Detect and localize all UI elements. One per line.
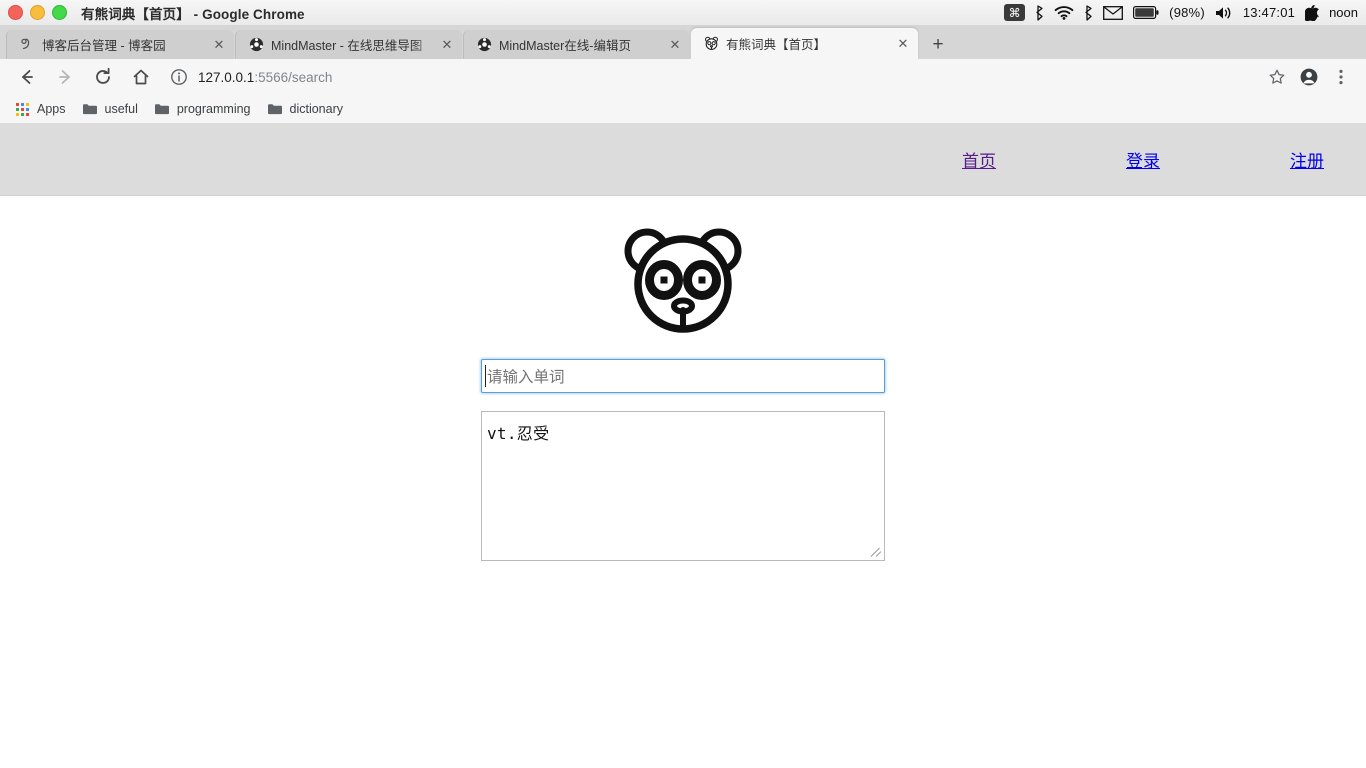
search-input-placeholder: 请输入单词: [487, 368, 565, 386]
three-dot-menu-icon[interactable]: [1326, 62, 1356, 92]
browser-toolbar: 127.0.0.1:5566/search: [0, 59, 1366, 95]
site-nav: 首页 登录 注册: [962, 147, 1366, 172]
tab-title: 有熊词典【首页】: [726, 38, 827, 52]
bluetooth-icon[interactable]: [1035, 4, 1044, 21]
bookmarks-bar: Apps useful programming dictionary: [0, 95, 1366, 124]
url-path: :5566/search: [254, 69, 333, 85]
battery-icon[interactable]: [1133, 6, 1159, 19]
site-header: 首页 登录 注册: [0, 124, 1366, 196]
forward-button[interactable]: [50, 62, 80, 92]
volume-icon[interactable]: [1215, 6, 1233, 20]
browser-tab[interactable]: MindMaster在线-编辑页 ✕: [463, 30, 690, 59]
tab-title: 博客后台管理 - 博客园: [42, 39, 166, 53]
macos-menubar: 有熊词典【首页】 - Google Chrome ⌘ (98%) 13:47:0…: [0, 0, 1366, 26]
bookmark-apps[interactable]: Apps: [12, 98, 74, 120]
browser-tab[interactable]: MindMaster - 在线思维导图 ✕: [235, 30, 462, 59]
menubar-clock[interactable]: 13:47:01: [1243, 5, 1295, 20]
mail-icon[interactable]: [1103, 5, 1124, 20]
panda-favicon-icon: [703, 36, 719, 52]
bookmark-label: useful: [104, 102, 138, 116]
mindmaster-favicon-icon: [476, 37, 492, 53]
back-button[interactable]: [12, 62, 42, 92]
minimize-window-button[interactable]: [30, 5, 45, 20]
bookmark-label: dictionary: [289, 102, 344, 116]
apple-logo-icon[interactable]: [1305, 4, 1320, 21]
nav-link-register[interactable]: 注册: [1290, 147, 1324, 172]
address-bar-text: 127.0.0.1:5566/search: [198, 70, 332, 85]
browser-tab[interactable]: 博客后台管理 - 博客园 ✕: [6, 30, 234, 59]
nav-link-home[interactable]: 首页: [962, 147, 996, 172]
tab-close-button[interactable]: ✕: [438, 36, 456, 54]
close-window-button[interactable]: [8, 5, 23, 20]
tab-close-button[interactable]: ✕: [210, 36, 228, 54]
site-info-icon[interactable]: [170, 68, 188, 86]
page-viewport: 首页 登录 注册 请输入单词 vt.忍受: [0, 124, 1366, 768]
search-input[interactable]: 请输入单词: [481, 359, 885, 393]
folder-icon: [267, 101, 283, 117]
window-title: 有熊词典【首页】 - Google Chrome: [81, 6, 305, 22]
tab-close-button[interactable]: ✕: [894, 35, 912, 53]
nav-link-login[interactable]: 登录: [1126, 147, 1160, 172]
blog-favicon-icon: [19, 37, 35, 53]
bookmark-label: Apps: [37, 102, 66, 116]
folder-icon: [154, 101, 170, 117]
home-button[interactable]: [126, 62, 156, 92]
panda-logo-icon: [622, 224, 744, 336]
tab-title: MindMaster - 在线思维导图: [271, 39, 423, 53]
wifi-icon[interactable]: [1054, 5, 1074, 20]
browser-window: 有熊词典【首页】 - Google Chrome ⌘ (98%) 13:47:0…: [0, 0, 1366, 768]
folder-icon: [82, 101, 98, 117]
bookmark-dictionary[interactable]: dictionary: [265, 98, 352, 120]
mindmaster-favicon-icon: [248, 37, 264, 53]
window-controls[interactable]: [0, 5, 67, 20]
maximize-window-button[interactable]: [52, 5, 67, 20]
bookmark-star-icon[interactable]: [1262, 62, 1292, 92]
result-textarea[interactable]: vt.忍受: [481, 411, 885, 561]
address-bar[interactable]: 127.0.0.1:5566/search: [170, 64, 1254, 90]
tab-close-button[interactable]: ✕: [666, 36, 684, 54]
menubar-user-label[interactable]: noon: [1329, 5, 1358, 20]
bluetooth-secondary-icon[interactable]: [1084, 4, 1093, 21]
tab-strip: 博客后台管理 - 博客园 ✕ MindMaster - 在线思维导图 ✕ Min…: [0, 25, 1366, 59]
textarea-resize-handle[interactable]: [870, 546, 883, 559]
new-tab-button[interactable]: +: [924, 30, 952, 58]
command-indicator-icon[interactable]: ⌘: [1004, 4, 1026, 21]
reload-button[interactable]: [88, 62, 118, 92]
profile-icon[interactable]: [1294, 62, 1324, 92]
browser-tab-active[interactable]: 有熊词典【首页】 ✕: [691, 28, 918, 59]
page-content: 请输入单词 vt.忍受: [0, 196, 1366, 561]
bookmark-programming[interactable]: programming: [152, 98, 259, 120]
apps-grid-icon: [14, 101, 30, 117]
bookmark-label: programming: [176, 102, 251, 116]
url-host: 127.0.0.1: [198, 69, 255, 85]
result-text: vt.忍受: [487, 424, 550, 443]
text-caret: [485, 365, 486, 387]
bookmark-useful[interactable]: useful: [80, 98, 146, 120]
battery-percent-label: (98%): [1169, 5, 1205, 20]
menubar-status-items: ⌘ (98%) 13:47:01 noon: [1004, 4, 1366, 21]
tab-title: MindMaster在线-编辑页: [499, 39, 631, 53]
